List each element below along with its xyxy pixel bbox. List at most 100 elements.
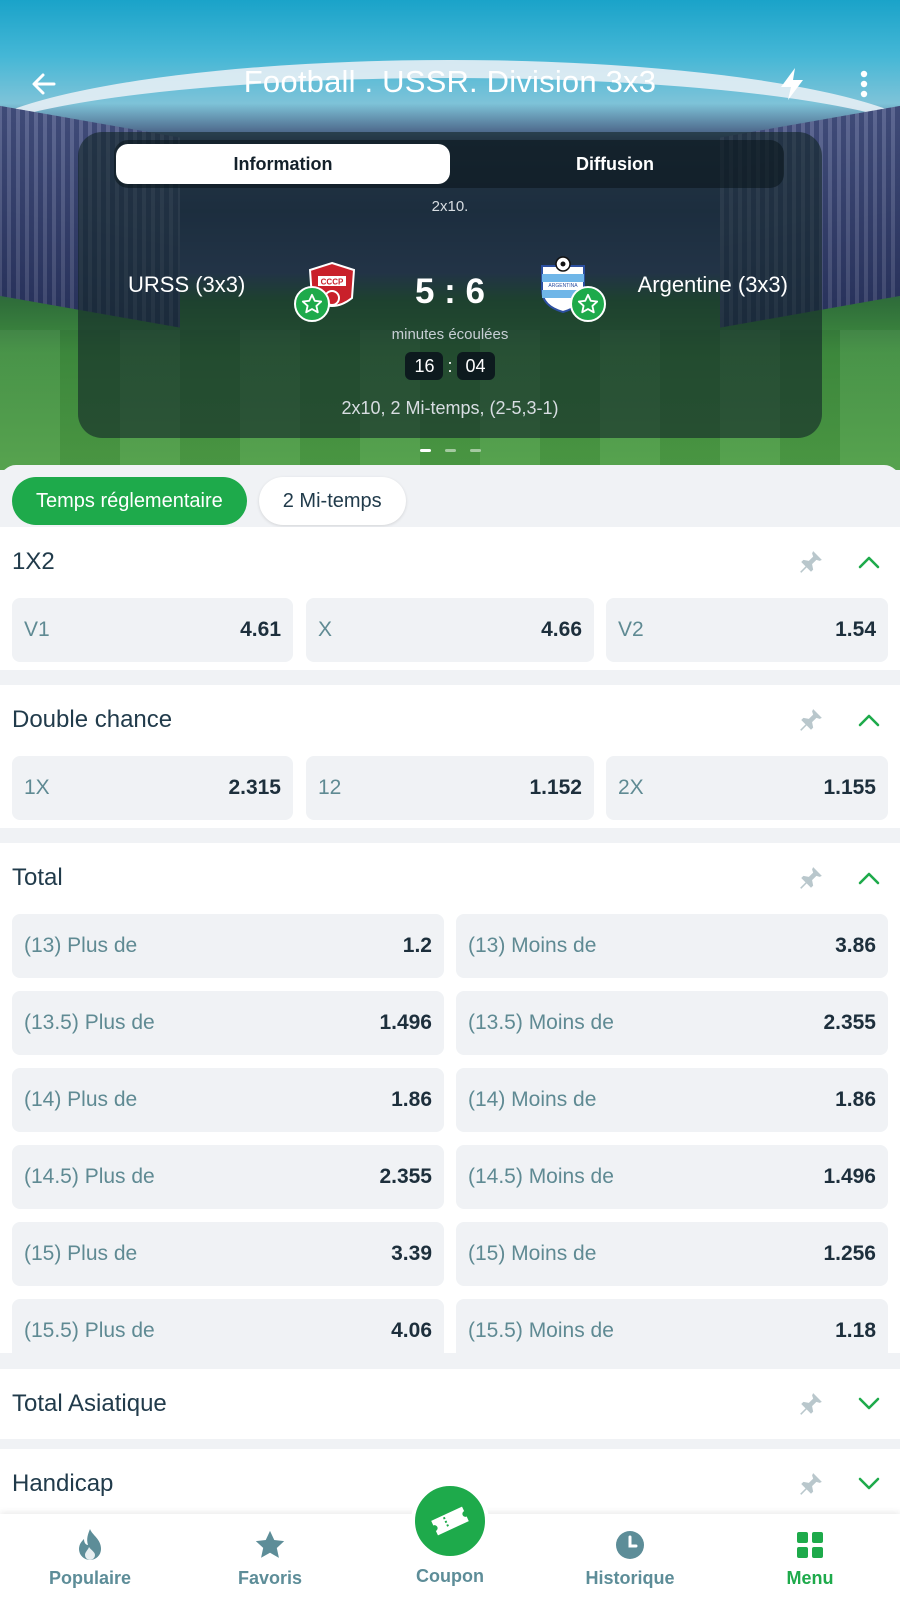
- odd-value: 4.06: [391, 1319, 432, 1342]
- odd-button[interactable]: 2X 1.155: [606, 756, 888, 820]
- odd-value: 1.496: [379, 1011, 432, 1034]
- pin-icon[interactable]: [794, 703, 828, 737]
- odd-label: V2: [618, 618, 644, 641]
- odd-button[interactable]: (14) Plus de 1.86: [12, 1068, 444, 1132]
- odd-button[interactable]: (13.5) Plus de 1.496: [12, 991, 444, 1055]
- odd-button[interactable]: X 4.66: [306, 598, 594, 662]
- match-format: 2x10.: [431, 198, 469, 215]
- markets-list: Temps réglementaire 2 Mi-temps 1X2 V1 4.…: [0, 465, 900, 1515]
- odd-value: 1.152: [529, 776, 582, 799]
- chevron-down-icon[interactable]: [852, 1467, 886, 1501]
- period-chip-second-half[interactable]: 2 Mi-temps: [258, 477, 406, 525]
- market-title[interactable]: Total Asiatique: [12, 1369, 167, 1439]
- nav-label[interactable]: Coupon: [360, 1566, 540, 1587]
- market-title[interactable]: 1X2: [12, 527, 55, 597]
- odd-label: 1X: [24, 776, 50, 799]
- odd-value: 4.61: [240, 618, 281, 641]
- odd-value: 2.355: [379, 1165, 432, 1188]
- match-format-detail: 2x10, 2 Mi-temps, (2-5,3-1): [341, 398, 559, 418]
- odd-button[interactable]: (15) Moins de 1.256: [456, 1222, 888, 1286]
- odd-value: 4.66: [541, 618, 582, 641]
- odd-button[interactable]: V1 4.61: [12, 598, 293, 662]
- carousel-dot[interactable]: [419, 449, 431, 452]
- period-chip-regular-time[interactable]: Temps réglementaire: [12, 477, 247, 525]
- page-title: Football . USSR. Division 3x3: [243, 64, 657, 99]
- odd-button[interactable]: 1X 2.315: [12, 756, 293, 820]
- odd-label: 12: [318, 776, 342, 799]
- pin-icon[interactable]: [794, 861, 828, 895]
- odd-button[interactable]: (14.5) Moins de 1.496: [456, 1145, 888, 1209]
- chevron-down-icon[interactable]: [852, 1387, 886, 1421]
- odd-value: 1.18: [835, 1319, 876, 1342]
- away-favorite-star-icon[interactable]: [570, 286, 606, 322]
- odd-button[interactable]: (13.5) Moins de 2.355: [456, 991, 888, 1055]
- star-icon: [251, 1526, 289, 1564]
- odd-button[interactable]: (13) Moins de 3.86: [456, 914, 888, 978]
- market-total: Total (13) Plus de 1.2 (13) Moins de 3.8…: [0, 843, 900, 1363]
- pin-icon[interactable]: [794, 1467, 828, 1501]
- odd-button[interactable]: (15) Plus de 3.39: [12, 1222, 444, 1286]
- odd-value: 1.54: [835, 618, 876, 641]
- odd-value: 1.256: [823, 1242, 876, 1265]
- market-title[interactable]: Handicap: [12, 1449, 113, 1515]
- nav-item-historique[interactable]: Historique: [540, 1514, 720, 1600]
- away-team-name: Argentine (3x3): [637, 272, 788, 297]
- chevron-up-icon[interactable]: [852, 703, 886, 737]
- odd-value: 2.315: [228, 776, 281, 799]
- market-1x2: 1X2 V1 4.61 X 4.66 V2 1.54: [0, 527, 900, 670]
- nav-label: Favoris: [237, 1568, 303, 1588]
- market-double-chance: Double chance 1X 2.315 12 1.152 2X 1.155: [0, 685, 900, 828]
- timer-minutes: 16: [405, 352, 444, 380]
- nav-item-populaire[interactable]: Populaire: [0, 1514, 180, 1600]
- odd-label: (15.5) Plus de: [24, 1319, 155, 1342]
- tab-information[interactable]: Information: [116, 144, 450, 184]
- flame-icon: [71, 1526, 109, 1564]
- nav-item-menu[interactable]: Menu: [720, 1514, 900, 1600]
- carousel-dot[interactable]: [444, 449, 456, 452]
- nav-label: Menu: [786, 1568, 834, 1588]
- odd-label: (14) Moins de: [468, 1088, 597, 1111]
- lightning-icon[interactable]: [770, 62, 814, 106]
- market-title[interactable]: Total: [12, 843, 63, 913]
- coupon-button[interactable]: [411, 1482, 489, 1560]
- odd-button[interactable]: (15.5) Plus de 4.06: [12, 1299, 444, 1363]
- odd-label: (14) Plus de: [24, 1088, 138, 1111]
- odd-value: 1.2: [402, 934, 432, 957]
- chevron-up-icon[interactable]: [852, 545, 886, 579]
- odd-label: (15) Moins de: [468, 1242, 597, 1265]
- info-tabs: Information Diffusion: [114, 140, 784, 188]
- nav-item-favoris[interactable]: Favoris: [180, 1514, 360, 1600]
- odd-value: 1.155: [823, 776, 876, 799]
- odd-label: (15) Plus de: [24, 1242, 138, 1265]
- pin-icon[interactable]: [794, 1387, 828, 1421]
- ticket-icon: [431, 1506, 469, 1536]
- carousel-dot[interactable]: [469, 449, 481, 452]
- odd-value: 1.496: [823, 1165, 876, 1188]
- pin-icon[interactable]: [794, 545, 828, 579]
- odd-button[interactable]: (15.5) Moins de 1.18: [456, 1299, 888, 1363]
- tab-diffusion[interactable]: Diffusion: [448, 144, 782, 184]
- market-total-asiatique[interactable]: Total Asiatique: [0, 1369, 900, 1439]
- grid-icon: [791, 1526, 829, 1564]
- odd-label: (13.5) Moins de: [468, 1011, 614, 1034]
- odd-button[interactable]: V2 1.54: [606, 598, 888, 662]
- timer-seconds: 04: [456, 352, 495, 380]
- odd-label: (13.5) Plus de: [24, 1011, 155, 1034]
- odd-label: (13) Moins de: [468, 934, 597, 957]
- odd-value: 2.355: [823, 1011, 876, 1034]
- odd-label: (14.5) Plus de: [24, 1165, 155, 1188]
- odd-label: (13) Plus de: [24, 934, 138, 957]
- market-title[interactable]: Double chance: [12, 685, 172, 755]
- odd-button[interactable]: (14.5) Plus de 2.355: [12, 1145, 444, 1209]
- away-logo-text: ARGENTINA: [548, 283, 578, 289]
- odd-label: (14.5) Moins de: [468, 1165, 614, 1188]
- odd-button[interactable]: (13) Plus de 1.2: [12, 914, 444, 978]
- chevron-up-icon[interactable]: [852, 861, 886, 895]
- nav-label: Populaire: [48, 1568, 132, 1588]
- more-vertical-icon[interactable]: [842, 62, 886, 106]
- odd-button[interactable]: 12 1.152: [306, 756, 594, 820]
- odd-button[interactable]: (14) Moins de 1.86: [456, 1068, 888, 1132]
- match-timer: 16 : 04: [78, 352, 822, 380]
- odd-value: 3.39: [391, 1242, 432, 1265]
- odd-label: X: [318, 618, 333, 641]
